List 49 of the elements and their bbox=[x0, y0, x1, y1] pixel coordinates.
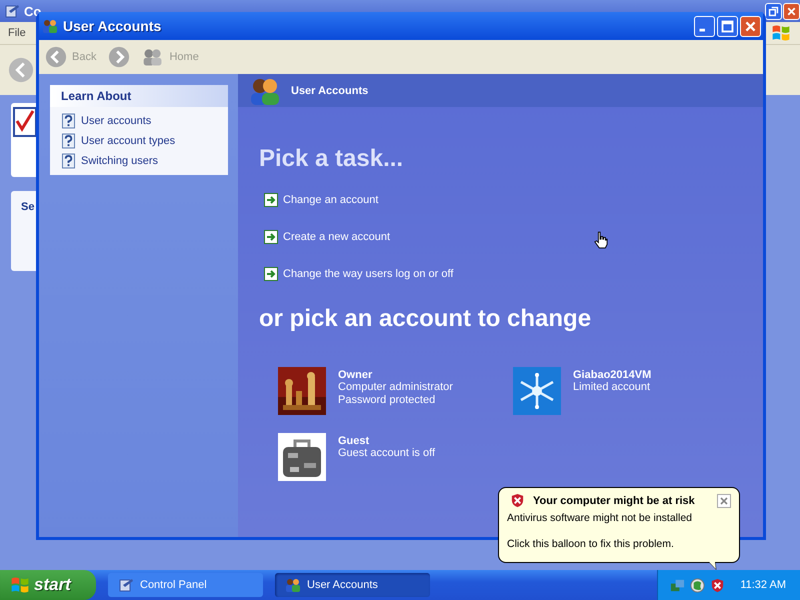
minimize-button[interactable] bbox=[694, 16, 715, 36]
hand-cursor-icon bbox=[594, 230, 608, 250]
account-detail: Computer administrator bbox=[338, 381, 453, 394]
users-icon bbox=[249, 76, 281, 104]
control-panel-icon bbox=[4, 3, 20, 19]
balloon-title: Your computer might be at risk bbox=[533, 494, 695, 506]
close-button[interactable] bbox=[717, 494, 731, 508]
panel-title: Learn About bbox=[50, 85, 228, 107]
arrow-icon bbox=[264, 230, 278, 244]
taskbar-button[interactable]: User Accounts bbox=[275, 573, 430, 597]
help-link[interactable]: Switching users bbox=[81, 155, 158, 167]
users-icon bbox=[42, 18, 58, 34]
windows-logo-icon bbox=[10, 575, 30, 595]
help-icon bbox=[62, 113, 75, 129]
help-icon bbox=[62, 153, 75, 169]
windows-logo-icon bbox=[770, 23, 792, 43]
panel-title: Se bbox=[21, 201, 34, 213]
globe-icon[interactable] bbox=[690, 578, 706, 592]
account-name[interactable]: Guest bbox=[338, 435, 436, 447]
task-link[interactable]: Create a new account bbox=[283, 231, 390, 243]
security-shield-icon bbox=[510, 493, 525, 508]
users-icon bbox=[285, 577, 301, 593]
balloon-text: Click this balloon to fix this problem. bbox=[507, 538, 675, 550]
header-title: User Accounts bbox=[291, 84, 368, 96]
account-detail: Password protected bbox=[338, 394, 436, 407]
maximize-button[interactable] bbox=[717, 16, 738, 36]
task-link[interactable]: Change an account bbox=[283, 194, 378, 206]
start-button[interactable]: start bbox=[0, 570, 96, 600]
account-name[interactable]: Owner bbox=[338, 369, 453, 381]
window-title: User Accounts bbox=[63, 18, 162, 34]
account-detail: Guest account is off bbox=[338, 447, 436, 460]
task-link[interactable]: Change the way users log on or off bbox=[283, 268, 454, 280]
taskbar-button[interactable]: Control Panel bbox=[108, 573, 263, 597]
section-heading: Pick a task... bbox=[259, 145, 404, 173]
notification-balloon[interactable]: Your computer might be at risk Antivirus software might not be installed Click this balloon to fix this problem. bbox=[498, 487, 740, 563]
help-link[interactable]: User accounts bbox=[81, 115, 152, 127]
security-shield-icon[interactable] bbox=[710, 578, 726, 592]
help-icon bbox=[62, 133, 75, 149]
account-detail: Limited account bbox=[573, 381, 652, 394]
menu-item[interactable]: File bbox=[8, 27, 26, 39]
arrow-icon bbox=[264, 193, 278, 207]
balloon-text: Antivirus software might not be installed bbox=[507, 512, 694, 524]
restore-button[interactable] bbox=[765, 2, 782, 20]
account-name[interactable]: Giabao2014VM bbox=[573, 369, 652, 381]
clock: 11:32 AM bbox=[740, 579, 786, 591]
section-heading: or pick an account to change bbox=[259, 305, 592, 333]
control-panel-icon bbox=[118, 577, 134, 593]
help-link[interactable]: User account types bbox=[81, 135, 176, 147]
arrow-icon bbox=[264, 267, 278, 281]
